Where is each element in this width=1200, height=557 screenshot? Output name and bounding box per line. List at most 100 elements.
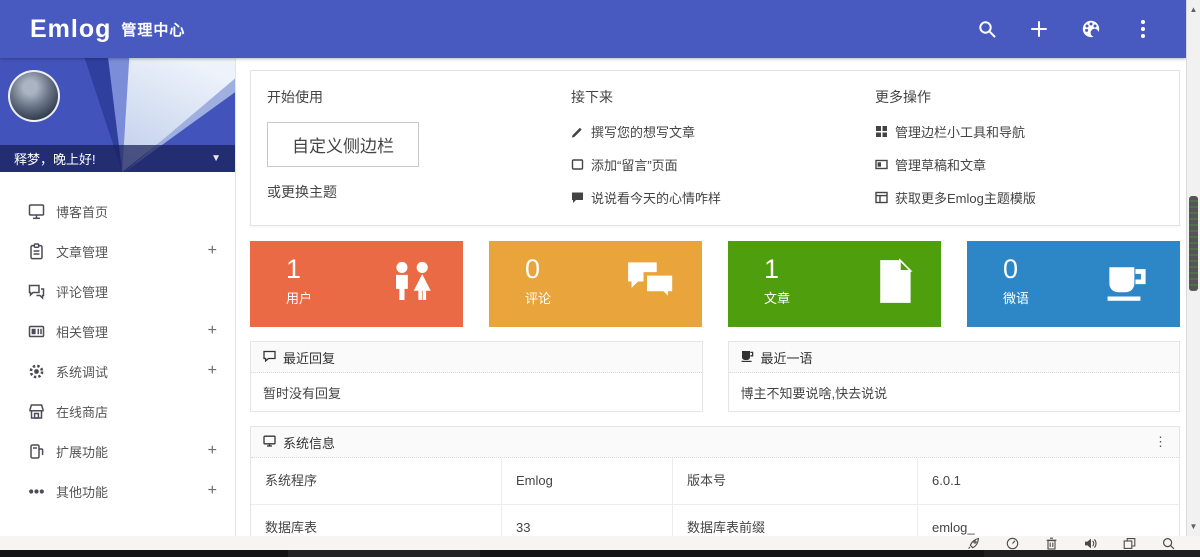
sidebar-item-label: 系统调试 bbox=[56, 362, 108, 381]
coffee-icon bbox=[741, 350, 754, 365]
quickstart-col-start: 开始使用 自定义侧边栏 或更换主题 bbox=[267, 87, 571, 207]
chat-icon bbox=[571, 191, 584, 204]
windows-icon[interactable] bbox=[1123, 537, 1136, 550]
expand-icon[interactable]: + bbox=[208, 322, 217, 340]
sidebar-item-store[interactable]: 在线商店 bbox=[0, 391, 235, 431]
sidebar-item-articles[interactable]: 文章管理 + bbox=[0, 231, 235, 271]
clipboard-icon bbox=[28, 243, 45, 260]
sidebar-item-label: 其他功能 bbox=[56, 482, 108, 501]
stat-card-users[interactable]: 1 用户 bbox=[250, 241, 463, 327]
page-icon bbox=[571, 158, 584, 171]
top-header: Emlog 管理中心 bbox=[0, 0, 1186, 58]
sidebar-item-label: 在线商店 bbox=[56, 402, 108, 421]
chevron-down-icon[interactable]: ▼ bbox=[211, 153, 221, 164]
change-theme-link[interactable]: 或更换主题 bbox=[267, 182, 571, 202]
quickstart-col-more: 更多操作 管理边栏小工具和导航 管理草稿和文章 获取更多Emlog主题模版 bbox=[875, 87, 1179, 207]
search-icon[interactable] bbox=[976, 18, 998, 40]
panel-header: 系统信息 ⋮ bbox=[251, 427, 1179, 458]
taskbar bbox=[0, 550, 1200, 557]
info-value: 6.0.1 bbox=[918, 458, 1179, 504]
sidebar-item-label: 相关管理 bbox=[56, 322, 108, 341]
volume-icon[interactable] bbox=[1084, 537, 1097, 550]
ellipsis-icon bbox=[28, 483, 45, 500]
sidebar-item-related[interactable]: 相关管理 + bbox=[0, 311, 235, 351]
vertical-scrollbar[interactable]: ▲ ▼ bbox=[1186, 0, 1200, 537]
expand-icon[interactable]: + bbox=[208, 242, 217, 260]
add-page-link[interactable]: 添加“留言”页面 bbox=[571, 155, 875, 174]
sidebar-item-label: 博客首页 bbox=[56, 202, 108, 221]
stat-card-notes[interactable]: 0 微语 bbox=[967, 241, 1180, 327]
quick-link-label: 添加“留言”页面 bbox=[591, 155, 678, 174]
gauge-icon[interactable] bbox=[1006, 537, 1019, 550]
plugin-icon bbox=[28, 443, 45, 460]
comments-icon bbox=[28, 283, 45, 300]
table-row: 系统程序 Emlog 版本号 6.0.1 bbox=[251, 458, 1179, 505]
stat-card-comments[interactable]: 0 评论 bbox=[489, 241, 702, 327]
section-title: 更多操作 bbox=[875, 87, 1179, 107]
sidebar-item-comments[interactable]: 评论管理 bbox=[0, 271, 235, 311]
app-logo[interactable]: Emlog bbox=[30, 15, 111, 44]
store-icon bbox=[28, 403, 45, 420]
users-icon bbox=[389, 261, 437, 308]
stat-card-articles[interactable]: 1 文章 bbox=[728, 241, 941, 327]
manage-drafts-link[interactable]: 管理草稿和文章 bbox=[875, 155, 1179, 174]
file-icon bbox=[875, 259, 915, 310]
themes-icon bbox=[875, 191, 888, 204]
id-card-icon bbox=[28, 323, 45, 340]
expand-icon[interactable]: + bbox=[208, 362, 217, 380]
scrollbar-thumb[interactable] bbox=[1189, 196, 1198, 291]
quick-link-label: 获取更多Emlog主题模版 bbox=[895, 188, 1036, 207]
expand-icon[interactable]: + bbox=[208, 482, 217, 500]
kebab-menu-icon[interactable]: ⋮ bbox=[1154, 434, 1167, 450]
recent-reply-body: 暂时没有回复 bbox=[251, 373, 702, 411]
info-value: emlog_ bbox=[918, 505, 1179, 537]
sidebar-item-debug[interactable]: 系统调试 + bbox=[0, 351, 235, 391]
greeting-text: 释梦，晚上好! bbox=[14, 149, 96, 168]
panel-header: 最近一语 bbox=[729, 342, 1180, 373]
section-title: 接下来 bbox=[571, 87, 875, 107]
write-article-link[interactable]: 撰写您的想写文章 bbox=[571, 122, 875, 141]
sidebar-item-blog-home[interactable]: 博客首页 bbox=[0, 191, 235, 231]
info-value: 33 bbox=[502, 505, 673, 537]
monitor-icon bbox=[263, 435, 276, 450]
sidebar-item-other[interactable]: 其他功能 + bbox=[0, 471, 235, 511]
get-themes-link[interactable]: 获取更多Emlog主题模版 bbox=[875, 188, 1179, 207]
recent-panels: 最近回复 暂时没有回复 最近一语 博主不知要说啥,快去说说 bbox=[250, 341, 1180, 412]
panel-header: 最近回复 bbox=[251, 342, 702, 373]
customize-sidebar-button[interactable]: 自定义侧边栏 bbox=[267, 122, 419, 167]
sidebar-header-art: 释梦，晚上好! ▼ bbox=[0, 58, 235, 172]
table-row: 数据库表 33 数据库表前缀 emlog_ bbox=[251, 505, 1179, 537]
scroll-up-icon[interactable]: ▲ bbox=[1187, 5, 1200, 14]
user-greeting-bar[interactable]: 释梦，晚上好! ▼ bbox=[0, 145, 235, 172]
widgets-icon bbox=[875, 125, 888, 138]
kebab-menu-icon[interactable] bbox=[1132, 18, 1154, 40]
sidebar-item-label: 扩展功能 bbox=[56, 442, 108, 461]
trash-icon[interactable] bbox=[1045, 537, 1058, 550]
manage-widgets-link[interactable]: 管理边栏小工具和导航 bbox=[875, 122, 1179, 141]
sidebar: 释梦，晚上好! ▼ 博客首页 文章管理 + 评论管理 相关管理 + bbox=[0, 58, 236, 537]
zoom-icon[interactable] bbox=[1162, 537, 1175, 550]
rocket-icon[interactable] bbox=[967, 537, 980, 550]
add-icon[interactable] bbox=[1028, 18, 1050, 40]
main-content: 开始使用 自定义侧边栏 或更换主题 接下来 撰写您的想写文章 添加“留言”页面 … bbox=[236, 58, 1186, 537]
post-note-link[interactable]: 说说看今天的心情咋样 bbox=[571, 188, 875, 207]
expand-icon[interactable]: + bbox=[208, 442, 217, 460]
comment-icon bbox=[263, 350, 276, 365]
panel-title: 系统信息 bbox=[283, 433, 335, 452]
user-avatar[interactable] bbox=[8, 70, 60, 122]
coffee-icon bbox=[1104, 260, 1154, 309]
quick-link-label: 说说看今天的心情咋样 bbox=[591, 188, 721, 207]
quickstart-panel: 开始使用 自定义侧边栏 或更换主题 接下来 撰写您的想写文章 添加“留言”页面 … bbox=[250, 70, 1180, 226]
section-title: 开始使用 bbox=[267, 87, 571, 107]
drafts-icon bbox=[875, 158, 888, 171]
sidebar-item-extensions[interactable]: 扩展功能 + bbox=[0, 431, 235, 471]
panel-title: 最近回复 bbox=[283, 348, 335, 367]
panel-title: 最近一语 bbox=[761, 348, 813, 367]
header-actions bbox=[976, 18, 1154, 40]
recent-note-panel: 最近一语 博主不知要说啥,快去说说 bbox=[728, 341, 1181, 412]
scroll-down-icon[interactable]: ▼ bbox=[1187, 522, 1200, 531]
system-info-panel: 系统信息 ⋮ 系统程序 Emlog 版本号 6.0.1 数据库表 33 数据库表… bbox=[250, 426, 1180, 537]
app-subtitle: 管理中心 bbox=[121, 19, 185, 40]
palette-icon[interactable] bbox=[1080, 18, 1102, 40]
monitor-icon bbox=[28, 203, 45, 220]
